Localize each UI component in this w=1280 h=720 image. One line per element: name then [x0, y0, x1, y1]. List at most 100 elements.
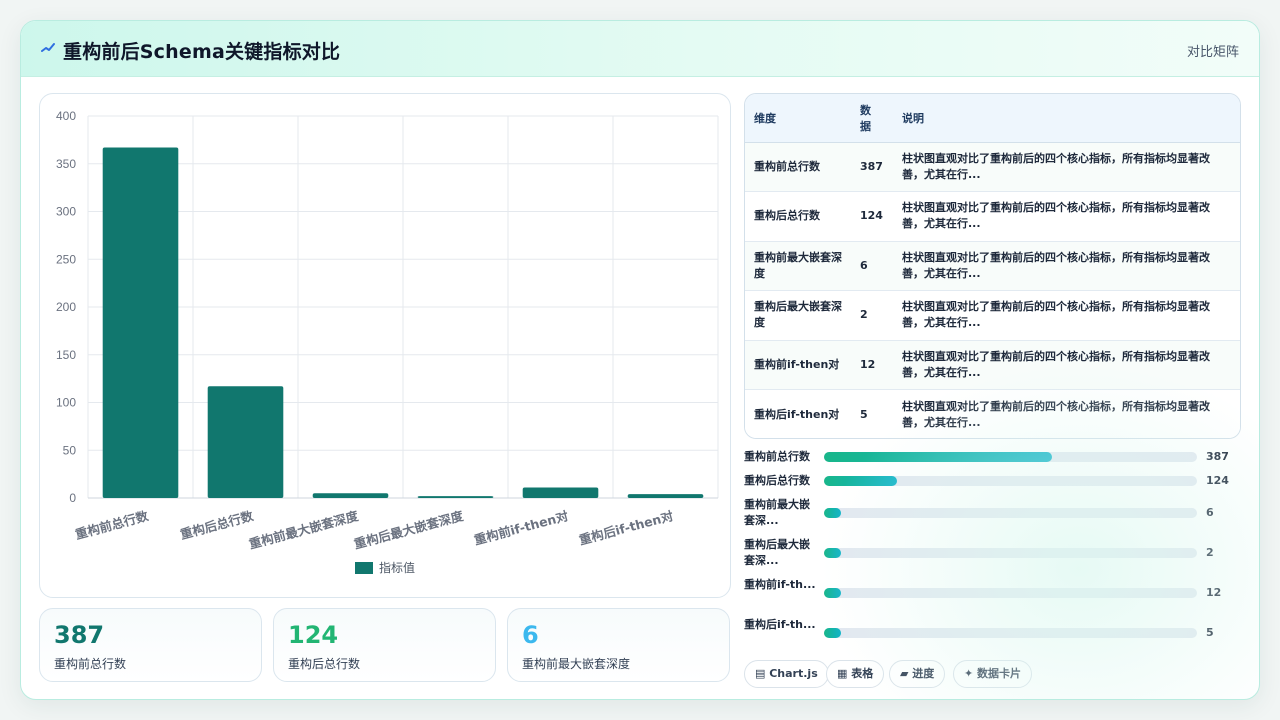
progress-label: 重构后总行数	[744, 474, 810, 487]
cell-value: 12	[851, 340, 893, 390]
progress-track	[824, 548, 1197, 558]
progress-value: 124	[1206, 474, 1229, 487]
progress-value: 12	[1206, 586, 1222, 599]
bar	[417, 496, 494, 498]
bar	[102, 147, 179, 498]
progress-track	[824, 588, 1197, 598]
cell-dimension: 重构后总行数	[745, 191, 851, 242]
progress-value: 2	[1206, 546, 1214, 559]
cell-description: 柱状图直观对比了重构前后的四个核心指标，所有指标均显著改善，尤其在行...	[893, 389, 1240, 438]
column-header-dimension: 维度	[745, 94, 851, 143]
progress-value: 5	[1206, 626, 1214, 639]
cell-description: 柱状图直观对比了重构前后的四个核心指标，所有指标均显著改善，尤其在行...	[893, 142, 1240, 192]
y-tick-label: 250	[56, 252, 76, 266]
cell-dimension: 重构前总行数	[745, 142, 851, 192]
y-tick-label: 350	[56, 157, 76, 171]
progress-label: 重构前if-th...	[744, 578, 816, 591]
chip-chartjs[interactable]: ▤ Chart.js	[744, 660, 829, 688]
y-tick-label: 100	[56, 396, 76, 410]
column-header-description: 说明	[893, 94, 1240, 143]
x-tick-label: 重构后if-then对	[577, 508, 675, 548]
progress-label: 重构后if-th...	[744, 618, 816, 631]
progress-track	[824, 476, 1197, 486]
x-tick-label: 重构前最大嵌套深度	[247, 508, 360, 552]
cell-description: 柱状图直观对比了重构前后的四个核心指标，所有指标均显著改善，尤其在行...	[893, 191, 1240, 242]
progress-track	[824, 628, 1197, 638]
cell-value: 387	[851, 142, 893, 192]
progress-fill	[824, 588, 842, 598]
bar	[627, 494, 704, 498]
progress-track	[824, 508, 1197, 518]
cell-dimension: 重构后最大嵌套深度	[745, 290, 851, 341]
cell-value: 6	[851, 241, 893, 291]
stat-value: 387	[54, 621, 105, 649]
chip-label: 表格	[851, 667, 874, 680]
chip-label: Chart.js	[769, 667, 818, 680]
stat-label: 重构前总行数	[54, 657, 127, 671]
sparkline-icon	[41, 43, 55, 52]
progress-value: 387	[1206, 450, 1229, 463]
legend-label: 指标值	[379, 560, 415, 575]
bar-chart: 0 50 100 150 200 250 300 350 400 重构前总行数 重构后总行数重构前最…	[56, 109, 719, 575]
table-row: 重构前最大嵌套深度 6 柱状图直观对比了重构前后的四个核心指标，所有指标均显著改…	[745, 241, 1240, 291]
legend-swatch	[355, 562, 373, 574]
bar-chart-panel: 0 50 100 150 200 250 300 350 400 重构前总行数 重构后总行数 重构前最…	[39, 93, 731, 598]
table-icon: ▦	[837, 667, 852, 680]
chip-progress[interactable]: ▰ 进度	[889, 660, 946, 688]
y-tick-label: 200	[56, 300, 76, 314]
chip-label: 进度	[912, 667, 935, 680]
progress-fill	[824, 628, 842, 638]
progress-track	[824, 452, 1197, 462]
progress-fill	[824, 508, 842, 518]
progress-fill	[824, 548, 842, 558]
header: 重构前后Schema关键指标对比 对比矩阵	[21, 21, 1259, 77]
chart-icon: ▤	[755, 667, 770, 680]
progress-label: 重构前总行数	[744, 450, 810, 463]
cell-description: 柱状图直观对比了重构前后的四个核心指标，所有指标均显著改善，尤其在行...	[893, 241, 1240, 291]
progress-fill	[824, 452, 1052, 462]
cell-value: 5	[851, 389, 893, 438]
cell-dimension: 重构前if-then对	[745, 340, 851, 390]
sparkle-icon: ✦	[964, 667, 978, 680]
stat-card-after-lines: 124 重构后总行数	[273, 608, 496, 682]
progress-icon: ▰	[900, 667, 913, 680]
comparison-matrix-link[interactable]: 对比矩阵	[1187, 41, 1239, 60]
table-row: 重构前if-then对 12 柱状图直观对比了重构前后的四个核心指标，所有指标均…	[745, 340, 1240, 390]
chip-data-card[interactable]: ✦ 数据卡片	[953, 660, 1033, 688]
y-tick-label: 50	[63, 443, 77, 457]
x-tick-label: 重构后总行数	[179, 508, 256, 542]
progress-label: 重构前最大嵌套深...	[744, 498, 810, 527]
cell-value: 124	[851, 191, 893, 242]
cell-dimension: 重构前最大嵌套深度	[745, 241, 851, 291]
x-tick-label: 重构前总行数	[74, 508, 151, 542]
y-tick-label: 300	[56, 205, 76, 219]
cell-description: 柱状图直观对比了重构前后的四个核心指标，所有指标均显著改善，尤其在行...	[893, 290, 1240, 341]
progress-value: 6	[1206, 506, 1214, 519]
bar	[522, 487, 599, 498]
cell-description: 柱状图直观对比了重构前后的四个核心指标，所有指标均显著改善，尤其在行...	[893, 340, 1240, 390]
stat-label: 重构后总行数	[288, 657, 361, 671]
progress-list: 重构前总行数 387 重构后总行数 124 重构前最大嵌套深... 6 重构后最…	[744, 449, 1244, 654]
chip-table[interactable]: ▦ 表格	[826, 660, 885, 688]
stat-value: 6	[522, 621, 539, 649]
stat-card-before-lines: 387 重构前总行数	[39, 608, 262, 682]
table-row: 重构后最大嵌套深度 2 柱状图直观对比了重构前后的四个核心指标，所有指标均显著改…	[745, 290, 1240, 341]
progress-fill	[824, 476, 898, 486]
dashboard-card: 重构前后Schema关键指标对比 对比矩阵 0 50 100 150 200 250 300…	[20, 20, 1260, 700]
table-row: 重构后总行数 124 柱状图直观对比了重构前后的四个核心指标，所有指标均显著改善…	[745, 191, 1240, 242]
progress-label: 重构后最大嵌套深...	[744, 538, 810, 567]
stat-card-before-depth: 6 重构前最大嵌套深度	[507, 608, 730, 682]
column-header-data: 数据	[851, 94, 893, 143]
table-row: 重构后if-then对 5 柱状图直观对比了重构前后的四个核心指标，所有指标均显…	[745, 389, 1240, 438]
y-tick-label: 0	[69, 491, 76, 505]
y-tick-label: 150	[56, 348, 76, 362]
comparison-table: 维度 数据 说明 重构前总行数 387 柱状图直观对比了重构前后的四个核心指标，…	[744, 93, 1241, 439]
y-tick-label: 400	[56, 109, 76, 123]
x-tick-label: 重构后最大嵌套深度	[352, 508, 465, 552]
x-tick-label: 重构前if-then对	[472, 508, 570, 548]
table-row: 重构前总行数 387 柱状图直观对比了重构前后的四个核心指标，所有指标均显著改善…	[745, 142, 1240, 192]
table-header-row: 维度 数据 说明	[745, 94, 1240, 143]
stat-label: 重构前最大嵌套深度	[522, 657, 631, 671]
chip-label: 数据卡片	[977, 667, 1022, 680]
cell-dimension: 重构后if-then对	[745, 389, 851, 438]
